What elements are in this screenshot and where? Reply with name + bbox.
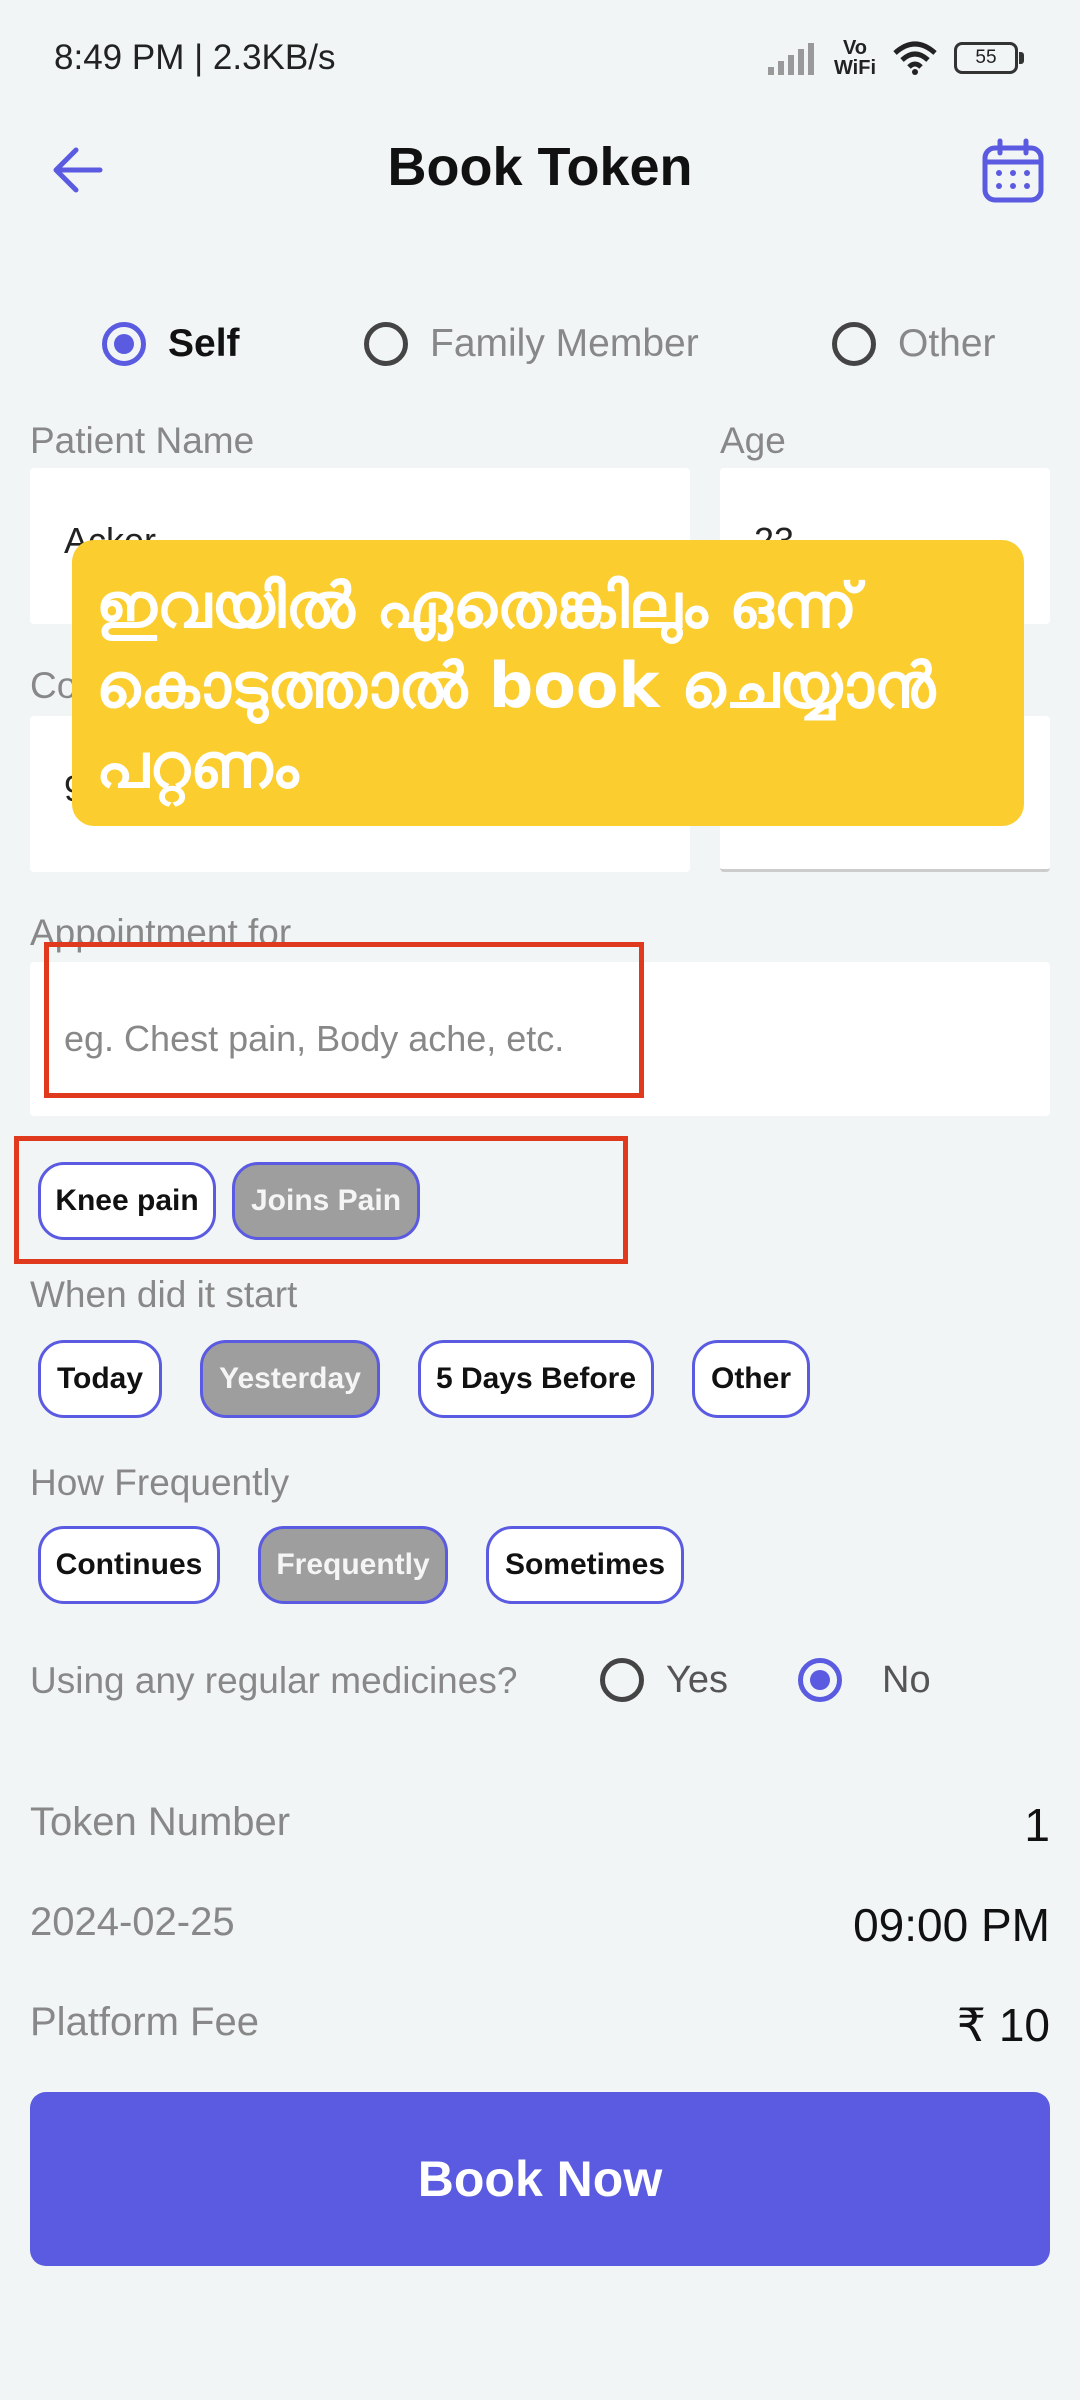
- age-label: Age: [720, 420, 786, 461]
- radio-no[interactable]: No: [798, 1658, 931, 1702]
- medicines-label: Using any regular medicines?: [30, 1660, 518, 1701]
- highlight-box-input: [44, 942, 644, 1098]
- chip-today[interactable]: Today: [38, 1340, 162, 1418]
- radio-unselected-icon: [600, 1658, 644, 1702]
- radio-unselected-icon: [364, 322, 408, 366]
- token-number-label: Token Number: [30, 1800, 291, 1844]
- radio-self[interactable]: Self: [102, 322, 240, 366]
- chip-continues[interactable]: Continues: [38, 1526, 220, 1604]
- start-label: When did it start: [30, 1274, 298, 1315]
- platform-fee-value: ₹ 10: [956, 1999, 1050, 2051]
- chip-sometimes[interactable]: Sometimes: [486, 1526, 684, 1604]
- radio-selected-icon: [798, 1658, 842, 1702]
- patient-name-label: Patient Name: [30, 420, 255, 461]
- patient-type-radio-group: Self Family Member Other: [0, 322, 1080, 392]
- calendar-icon[interactable]: [980, 138, 1046, 204]
- battery-icon: 55: [954, 42, 1024, 74]
- wifi-icon: [893, 41, 937, 75]
- status-icons: Vo WiFi 55: [766, 37, 1024, 79]
- contact-label: Co: [30, 665, 78, 706]
- signal-icon: [767, 43, 814, 75]
- book-now-button[interactable]: Book Now: [30, 2092, 1050, 2266]
- radio-yes[interactable]: Yes: [600, 1658, 728, 1702]
- appointment-time: 09:00 PM: [853, 1899, 1050, 1951]
- radio-family-member[interactable]: Family Member: [364, 322, 699, 366]
- token-number-value: 1: [1024, 1799, 1050, 1851]
- radio-selected-icon: [102, 322, 146, 366]
- radio-unselected-icon: [832, 322, 876, 366]
- platform-fee-label: Platform Fee: [30, 2000, 259, 2044]
- annotation-note: ഇവയിൽ ഏതെങ്കിലും ഒന്ന് കൊടുത്താൽ book ചെ…: [72, 540, 1024, 826]
- chip-frequently[interactable]: Frequently: [258, 1526, 448, 1604]
- chip-5-days-before[interactable]: 5 Days Before: [418, 1340, 654, 1418]
- chip-yesterday[interactable]: Yesterday: [200, 1340, 380, 1418]
- appointment-date: 2024-02-25: [30, 1900, 235, 1944]
- radio-other[interactable]: Other: [832, 322, 996, 366]
- highlight-box-chips: [14, 1136, 628, 1264]
- page-title: Book Token: [387, 137, 693, 197]
- vowifi-label: Vo WiFi: [833, 37, 876, 79]
- status-time: 8:49 PM | 2.3KB/s: [54, 38, 336, 77]
- frequency-label: How Frequently: [30, 1462, 290, 1503]
- chip-other[interactable]: Other: [692, 1340, 810, 1418]
